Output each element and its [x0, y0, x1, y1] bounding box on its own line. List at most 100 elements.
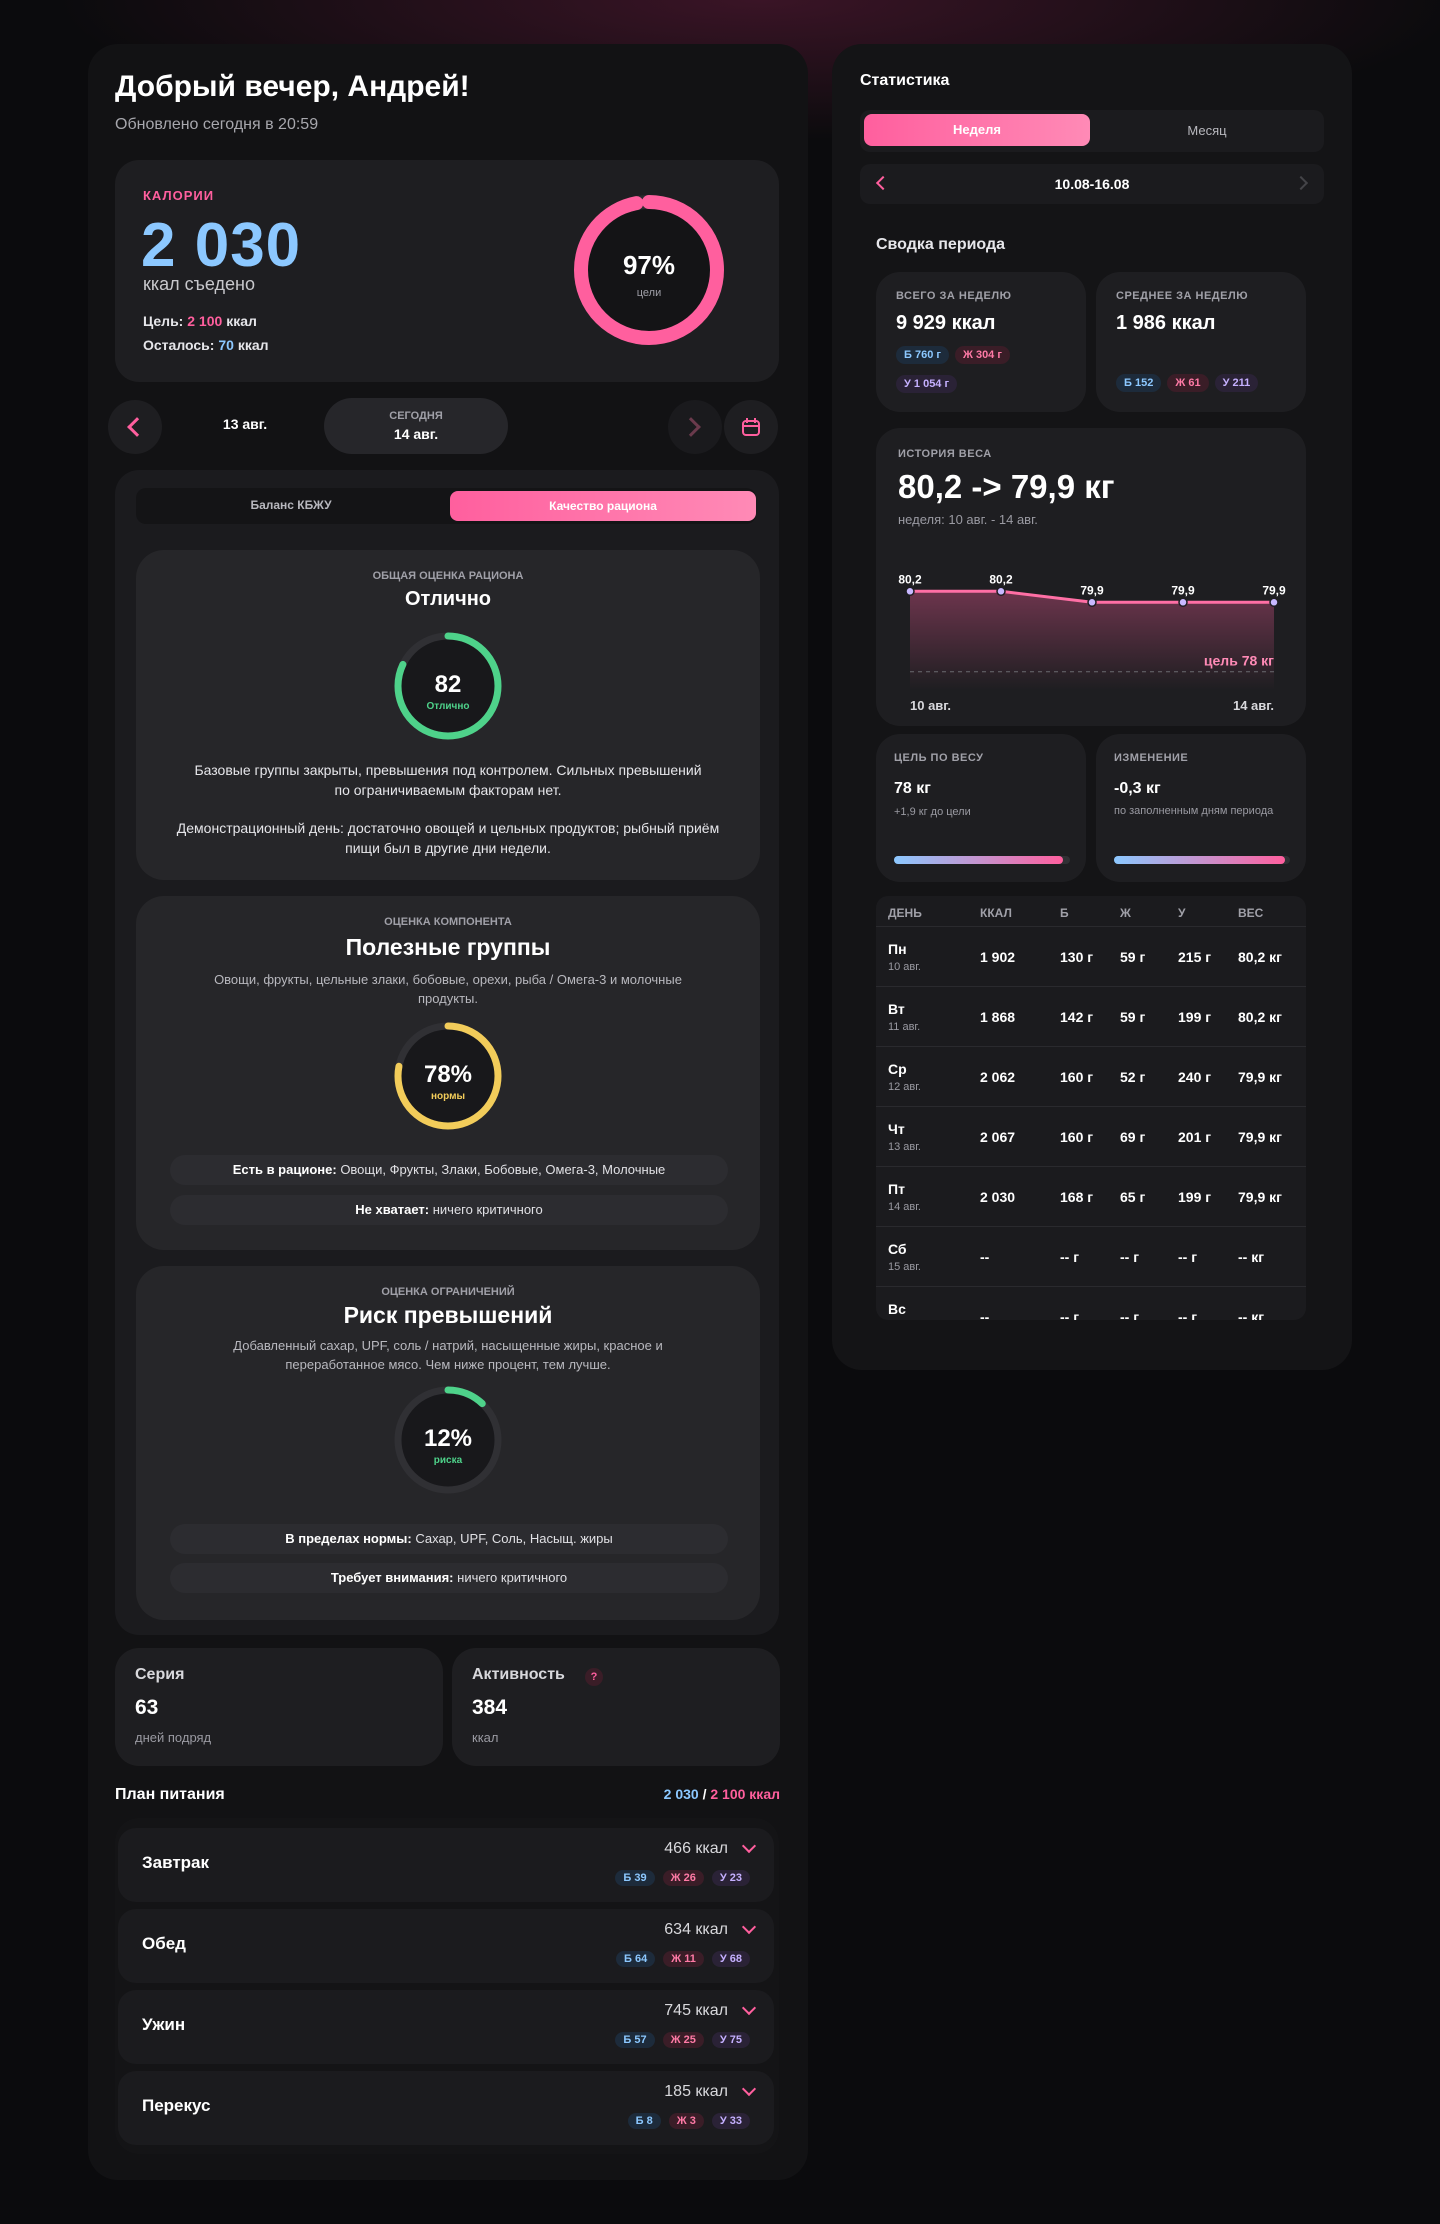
chevron-down-icon[interactable] — [741, 2081, 757, 2097]
table-row[interactable]: Пт 14 авг. 2 030 168 г 65 г 199 г 79,9 кг — [876, 1166, 1306, 1226]
useful-percent-label: нормы — [431, 1091, 465, 1102]
updated-text: Обновлено сегодня в 20:59 — [115, 116, 319, 133]
risk-attention: Требует внимания: ничего критичного — [170, 1563, 728, 1593]
activity-card: Активность ? 384 ккал — [452, 1648, 780, 1766]
tab-balance[interactable]: Баланс КБЖУ — [136, 498, 446, 512]
carb-pill: У 33 — [711, 2113, 750, 2129]
streak-card: Серия 63 дней подряд — [115, 1648, 443, 1766]
prev-day-button[interactable] — [108, 400, 162, 454]
fat-pill: Ж 3 — [668, 2113, 704, 2129]
meal-name: Перекус — [142, 2096, 211, 2115]
row-zh: -- г — [1120, 1249, 1140, 1265]
row-b: 130 г — [1060, 949, 1094, 965]
weekly-total-label: ВСЕГО ЗА НЕДЕЛЮ — [896, 290, 1012, 302]
overall-text-2: Демонстрационный день: достаточно овощей… — [176, 820, 720, 856]
next-day-button[interactable] — [668, 400, 722, 454]
tab-month[interactable]: Месяц — [1094, 123, 1320, 138]
weekly-avg-value: 1 986 ккал — [1116, 312, 1216, 334]
tab-week[interactable]: Неделя — [864, 114, 1090, 146]
weight-point — [1087, 597, 1097, 608]
meal-row[interactable]: Обед 634 ккал Б 64 Ж 11 У 68 — [118, 1909, 774, 1983]
row-day: Ср — [888, 1061, 907, 1077]
carb-pill: У 75 — [711, 2032, 750, 2048]
period-tabs: Неделя Месяц — [860, 110, 1324, 152]
goal-weight-sub: +1,9 кг до цели — [894, 806, 971, 818]
row-u: 215 г — [1178, 949, 1212, 965]
row-w: 80,2 кг — [1238, 949, 1282, 965]
change-value: -0,3 кг — [1114, 780, 1161, 797]
row-zh: 59 г — [1120, 949, 1146, 965]
weight-point — [996, 586, 1006, 597]
prev-date[interactable]: 13 авг. — [200, 416, 290, 432]
meal-name: Ужин — [142, 2015, 186, 2034]
table-row[interactable]: Вт 11 авг. 1 868 142 г 59 г 199 г 80,2 кг — [876, 986, 1306, 1046]
risk-ok: В пределах нормы: Сахар, UPF, Соль, Насы… — [170, 1524, 728, 1554]
carb-pill: У 23 — [711, 1870, 750, 1886]
table-header-cell: У — [1178, 906, 1186, 920]
meal-kcal: 466 ккал — [664, 1840, 728, 1857]
useful-percent: 78% — [424, 1061, 472, 1088]
overall-card: ОБЩАЯ ОЦЕНКА РАЦИОНА Отлично 82 Отлично … — [136, 550, 760, 880]
table-row[interactable]: Вс -- -- г -- г -- г -- кг — [876, 1286, 1306, 1320]
change-card: ИЗМЕНЕНИЕ -0,3 кг по заполненным дням пе… — [1096, 734, 1306, 882]
row-day: Пт — [888, 1181, 905, 1197]
streak-label: Серия — [135, 1666, 185, 1683]
meal-kcal: 634 ккал — [664, 1921, 728, 1938]
row-kcal: 2 030 — [980, 1189, 1016, 1205]
chevron-down-icon[interactable] — [741, 2000, 757, 2016]
row-u: 201 г — [1178, 1129, 1212, 1145]
fat-pill: Ж 26 — [662, 1870, 704, 1886]
chevron-down-icon[interactable] — [741, 1919, 757, 1935]
today-pill[interactable]: СЕГОДНЯ 14 авг. — [324, 398, 508, 454]
row-zh: 69 г — [1120, 1129, 1146, 1145]
weekly-total-value: 9 929 ккал — [896, 312, 996, 334]
weekly-avg-card: СРЕДНЕЕ ЗА НЕДЕЛЮ 1 986 ккал Б 152 Ж 61 У … — [1096, 272, 1306, 412]
calendar-button[interactable] — [724, 400, 778, 454]
today-label: СЕГОДНЯ — [389, 410, 443, 422]
table-header-cell: Б — [1060, 906, 1069, 920]
row-w: 79,9 кг — [1238, 1189, 1282, 1205]
meal-row[interactable]: Ужин 745 ккал Б 57 Ж 25 У 75 — [118, 1990, 774, 2064]
weekly-total-macros: Б 760 гЖ 304 г — [896, 346, 1010, 364]
help-icon[interactable]: ? — [585, 1668, 603, 1686]
row-date: 14 авг. — [888, 1201, 921, 1213]
chevron-down-icon[interactable] — [741, 1838, 757, 1854]
row-day: Сб — [888, 1241, 907, 1257]
carb-pill: У 68 — [711, 1951, 750, 1967]
change-label: ИЗМЕНЕНИЕ — [1114, 752, 1189, 764]
weight-point — [905, 586, 915, 597]
calories-card: КАЛОРИИ 2 030 ккал съедено Цель: 2 100 к… — [115, 160, 779, 382]
row-kcal: 1 868 — [980, 1009, 1016, 1025]
fat-pill: Ж 25 — [662, 2032, 704, 2048]
useful-caption: ОЦЕНКА КОМПОНЕНТА — [384, 916, 512, 928]
row-b: 142 г — [1060, 1009, 1094, 1025]
row-kcal: -- — [980, 1249, 990, 1265]
stats-title: Статистика — [860, 72, 950, 89]
risk-caption: ОЦЕНКА ОГРАНИЧЕНИЙ — [381, 1286, 515, 1298]
table-row[interactable]: Чт 13 авг. 2 067 160 г 69 г 201 г 79,9 кг — [876, 1106, 1306, 1166]
meal-row[interactable]: Перекус 185 ккал Б 8 Ж 3 У 33 — [118, 2071, 774, 2145]
goal-weight-value: 78 кг — [894, 780, 931, 797]
weight-point-label: 80,2 — [898, 572, 922, 586]
meal-kcal: 185 ккал — [664, 2083, 728, 2100]
useful-present: Есть в рационе: Овощи, Фрукты, Злаки, Бо… — [170, 1155, 728, 1185]
weight-chart: цель 78 кг 80,2 80,2 79,9 79,9 79,9 10 авг. 14 … — [898, 572, 1286, 713]
meal-row[interactable]: Завтрак 466 ккал Б 39 Ж 26 У 23 — [118, 1828, 774, 1902]
table-row[interactable]: Ср 12 авг. 2 062 160 г 52 г 240 г 79,9 кг — [876, 1046, 1306, 1106]
calories-label: КАЛОРИИ — [143, 188, 215, 203]
weight-point — [1178, 597, 1188, 608]
tab-quality[interactable]: Качество рациона — [450, 491, 756, 521]
table-row[interactable]: Пн 10 авг. 1 902 130 г 59 г 215 г 80,2 кг — [876, 926, 1306, 986]
row-w: 79,9 кг — [1238, 1069, 1282, 1085]
row-day: Вс — [888, 1301, 906, 1317]
calories-value: 2 030 — [141, 211, 302, 280]
table-header-cell: ДЕНЬ — [888, 906, 922, 920]
goal-weight-progress — [894, 856, 1070, 864]
table-row[interactable]: Сб 15 авг. -- -- г -- г -- г -- кг — [876, 1226, 1306, 1286]
risk-percent: 12% — [424, 1425, 472, 1452]
overall-text-1: Базовые группы закрыты, превышения под к… — [194, 762, 702, 798]
change-progress — [1114, 856, 1290, 864]
calories-left: Осталось: 70 ккал — [143, 337, 269, 353]
goal-weight-label: ЦЕЛЬ ПО ВЕСУ — [894, 752, 984, 764]
row-kcal: 2 062 — [980, 1069, 1016, 1085]
